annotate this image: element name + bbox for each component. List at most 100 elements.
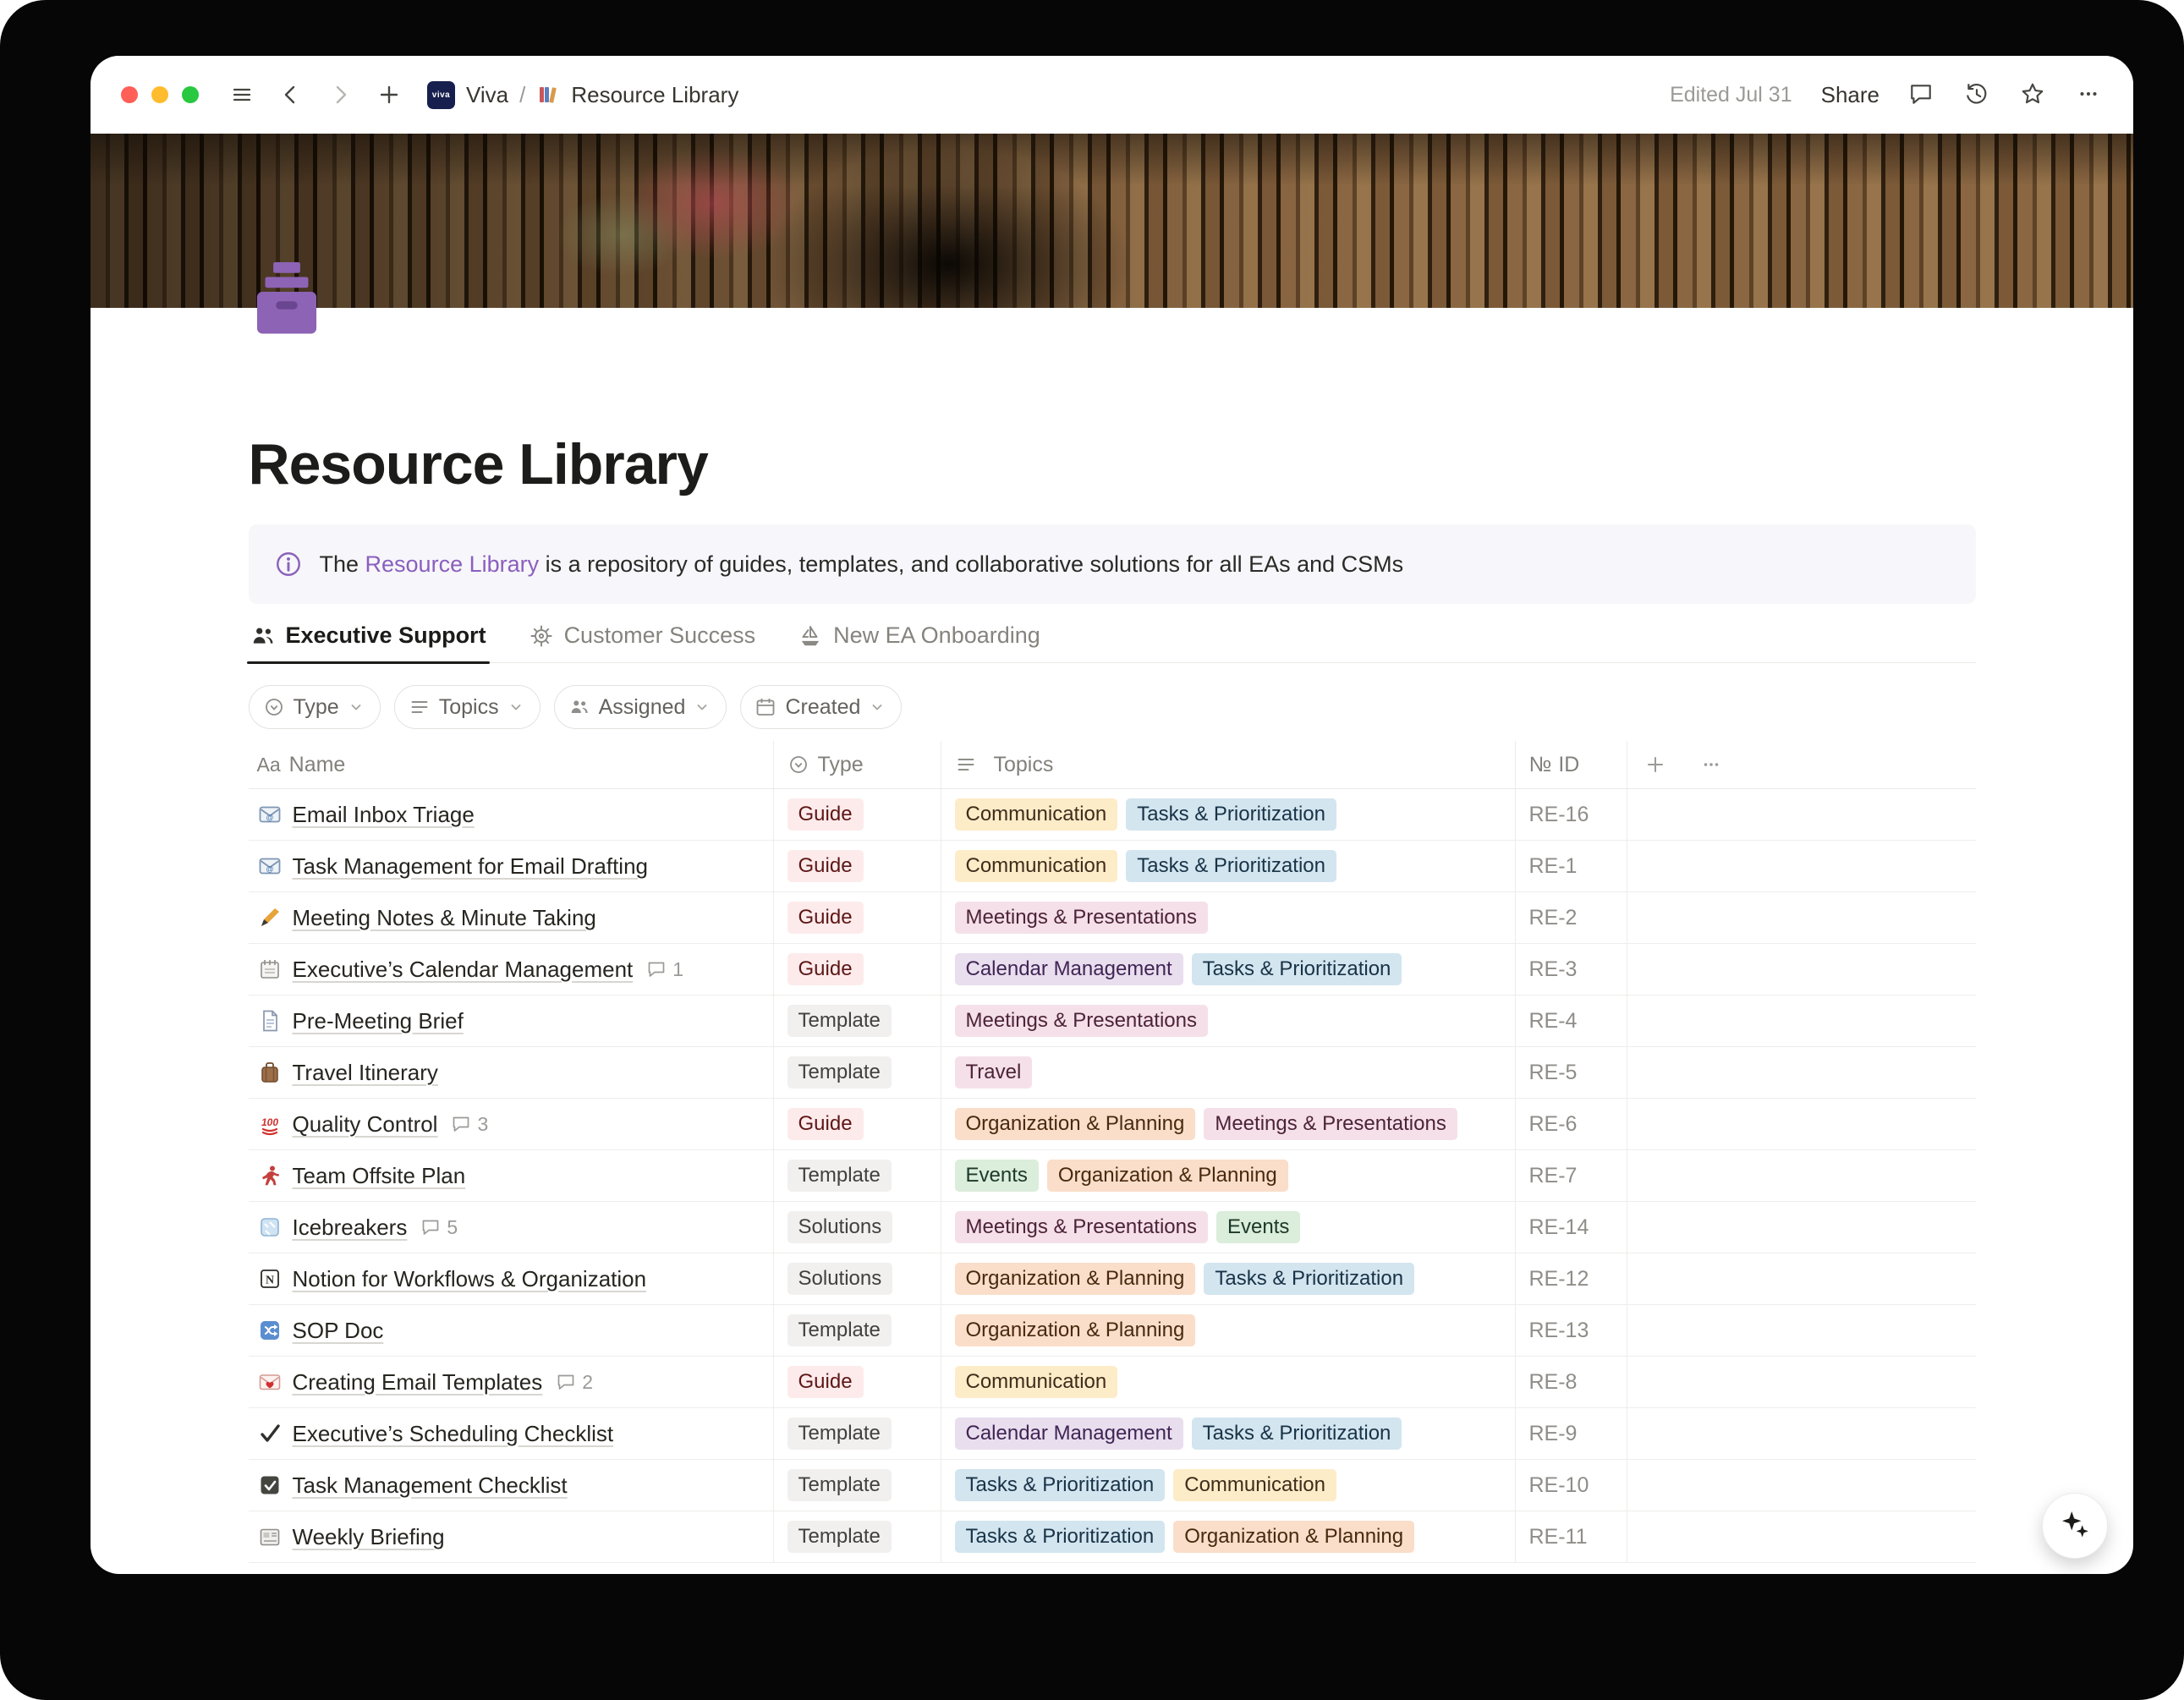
page-link[interactable]: Task Management for Email Drafting: [293, 853, 649, 880]
comments-icon[interactable]: [1908, 81, 1935, 108]
type-tag[interactable]: Guide: [787, 953, 864, 985]
tab-executive-support[interactable]: Executive Support: [250, 622, 486, 662]
tab-new-ea-onboarding[interactable]: New EA Onboarding: [798, 622, 1040, 662]
topic-tag[interactable]: Tasks & Prioritization: [1192, 953, 1402, 985]
type-tag[interactable]: Solutions: [787, 1263, 893, 1295]
close-window-button[interactable]: [121, 86, 138, 103]
type-tag[interactable]: Solutions: [787, 1211, 893, 1243]
page-link[interactable]: Creating Email Templates: [293, 1369, 543, 1396]
filter-type[interactable]: Type: [249, 685, 381, 729]
filter-assigned[interactable]: Assigned: [554, 685, 727, 729]
tab-customer-success[interactable]: Customer Success: [529, 622, 756, 662]
page-link[interactable]: Executive’s Scheduling Checklist: [293, 1421, 614, 1447]
type-tag[interactable]: Guide: [787, 1366, 864, 1398]
topic-tag[interactable]: Meetings & Presentations: [1204, 1108, 1457, 1140]
type-tag[interactable]: Template: [787, 1418, 892, 1450]
calendar-icon: [755, 696, 776, 718]
topic-tag[interactable]: Tasks & Prioritization: [1126, 798, 1336, 831]
topic-tag[interactable]: Events: [1216, 1211, 1300, 1243]
page-link[interactable]: Weekly Briefing: [293, 1524, 445, 1550]
type-tag[interactable]: Guide: [787, 798, 864, 831]
filter-topics[interactable]: Topics: [394, 685, 541, 729]
type-tag[interactable]: Guide: [787, 1108, 864, 1140]
topic-tag[interactable]: Organization & Planning: [1173, 1521, 1414, 1553]
topic-tag[interactable]: Meetings & Presentations: [955, 902, 1208, 934]
type-tag[interactable]: Template: [787, 1521, 892, 1553]
history-icon[interactable]: [1964, 81, 1991, 108]
column-header-topics[interactable]: Topics: [941, 741, 1516, 788]
row-spacer-cell: [1627, 1408, 1683, 1459]
page-link[interactable]: Travel Itinerary: [293, 1060, 438, 1086]
database-table: Aa Name Type Topics № ID: [249, 741, 1976, 1563]
share-button[interactable]: Share: [1821, 82, 1879, 108]
page-link[interactable]: Team Offsite Plan: [293, 1163, 466, 1189]
workspace-logo[interactable]: viva: [427, 81, 455, 109]
favorite-star-icon[interactable]: [2020, 81, 2047, 108]
topic-tag[interactable]: Travel: [955, 1056, 1033, 1089]
topic-tag[interactable]: Tasks & Prioritization: [1204, 1263, 1414, 1295]
page-link[interactable]: Task Management Checklist: [293, 1472, 568, 1499]
topic-tag[interactable]: Organization & Planning: [1047, 1160, 1288, 1192]
page-link[interactable]: Icebreakers: [293, 1215, 408, 1241]
type-cell: Guide: [774, 1099, 941, 1149]
topic-tag[interactable]: Communication: [1173, 1469, 1336, 1501]
type-tag[interactable]: Template: [787, 1314, 892, 1346]
column-header-name[interactable]: Aa Name: [249, 741, 774, 788]
type-tag[interactable]: Guide: [787, 850, 864, 882]
filter-created[interactable]: Created: [740, 685, 902, 729]
more-options-icon[interactable]: [2076, 81, 2103, 108]
comment-count[interactable]: 2: [556, 1371, 593, 1394]
topic-tag[interactable]: Calendar Management: [955, 953, 1183, 985]
topic-tag[interactable]: Tasks & Prioritization: [955, 1469, 1166, 1501]
topic-tag[interactable]: Organization & Planning: [955, 1263, 1196, 1295]
comment-count[interactable]: 1: [646, 958, 683, 981]
breadcrumb-workspace[interactable]: Viva: [466, 82, 508, 108]
type-tag[interactable]: Template: [787, 1160, 892, 1192]
page-link[interactable]: Meeting Notes & Minute Taking: [293, 905, 596, 931]
comment-count[interactable]: 5: [420, 1216, 458, 1239]
column-header-id[interactable]: № ID: [1516, 741, 1627, 788]
type-tag[interactable]: Template: [787, 1056, 892, 1089]
topic-tag[interactable]: Communication: [955, 850, 1118, 882]
breadcrumb-page[interactable]: Resource Library: [571, 82, 738, 108]
comment-count[interactable]: 3: [451, 1113, 488, 1136]
column-header-type[interactable]: Type: [774, 741, 941, 788]
page-link[interactable]: Quality Control: [293, 1111, 438, 1138]
table-options-button[interactable]: [1683, 741, 1739, 788]
topic-tag[interactable]: Tasks & Prioritization: [955, 1521, 1166, 1553]
svg-text:N: N: [265, 1275, 273, 1287]
svg-text:100: 100: [261, 1116, 277, 1128]
new-page-icon[interactable]: [375, 80, 403, 109]
svg-text:@: @: [266, 865, 273, 874]
minimize-window-button[interactable]: [151, 86, 168, 103]
page-link[interactable]: SOP Doc: [293, 1318, 384, 1344]
topic-tag[interactable]: Meetings & Presentations: [955, 1005, 1208, 1037]
topic-tag[interactable]: Communication: [955, 1366, 1118, 1398]
forward-icon[interactable]: [326, 80, 354, 109]
zoom-window-button[interactable]: [182, 86, 199, 103]
callout-page-link[interactable]: Resource Library: [365, 551, 540, 577]
topic-tag[interactable]: Organization & Planning: [955, 1314, 1196, 1346]
topic-tag[interactable]: Events: [955, 1160, 1039, 1192]
page-link[interactable]: Email Inbox Triage: [293, 802, 475, 828]
table-row: 100 Quality Control 3 Guide Organization & P…: [249, 1099, 1976, 1150]
topic-tag[interactable]: Tasks & Prioritization: [1126, 850, 1336, 882]
back-icon[interactable]: [277, 80, 305, 109]
page-link[interactable]: Notion for Workflows & Organization: [293, 1266, 647, 1292]
type-tag[interactable]: Guide: [787, 902, 864, 934]
topic-tag[interactable]: Communication: [955, 798, 1118, 831]
add-column-button[interactable]: [1627, 741, 1683, 788]
page-archive-icon[interactable]: [244, 255, 330, 342]
page-link[interactable]: Executive’s Calendar Management: [293, 957, 634, 983]
topic-tag[interactable]: Meetings & Presentations: [955, 1211, 1208, 1243]
ai-assistant-button[interactable]: [2042, 1493, 2108, 1559]
sidebar-toggle-icon[interactable]: [228, 80, 256, 109]
page-link[interactable]: Pre-Meeting Brief: [293, 1008, 464, 1034]
topic-tag[interactable]: Calendar Management: [955, 1418, 1183, 1450]
type-tag[interactable]: Template: [787, 1005, 892, 1037]
topic-tag[interactable]: Tasks & Prioritization: [1192, 1418, 1402, 1450]
type-tag[interactable]: Template: [787, 1469, 892, 1501]
type-cell: Template: [774, 1305, 941, 1356]
topic-tag[interactable]: Organization & Planning: [955, 1108, 1196, 1140]
loveletter-icon: [257, 1369, 283, 1395]
